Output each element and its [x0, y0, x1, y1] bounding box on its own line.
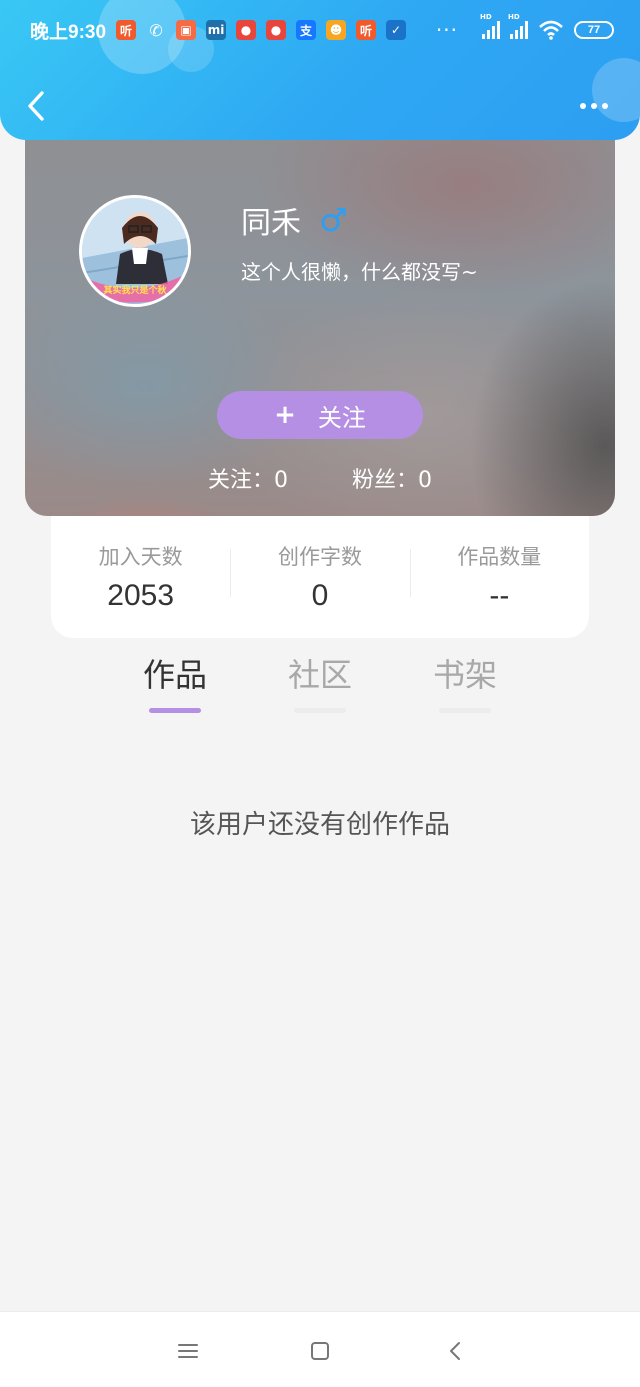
map-pin-app-icon: ● [236, 20, 257, 40]
stat-value: 0 [311, 579, 329, 612]
stat-value: 2053 [107, 579, 175, 612]
menu-button[interactable] [168, 1334, 208, 1368]
signal-icon-2: HD [508, 13, 528, 39]
ting-app-icon-2: 听 [356, 20, 377, 40]
nickname: 同禾 [241, 206, 301, 241]
following-count[interactable]: 关注：0 [208, 462, 288, 494]
tab-label: 书架 [432, 656, 497, 694]
notification-icons: 听 ✆ ▣ mi ● ● 支 ☻ 听 ✓ [116, 20, 407, 40]
nickname-row: 同禾 ♂ [241, 198, 348, 242]
avatar[interactable]: 其实我只是个秋 [79, 195, 191, 307]
system-nav-bar [0, 1311, 640, 1387]
avatar-caption: 其实我只是个秋 [103, 284, 167, 296]
empty-state-message: 该用户还没有创作作品 [189, 810, 450, 840]
signal-hd-label: HD [480, 13, 492, 21]
more-options-button[interactable] [576, 94, 612, 118]
back-button[interactable] [18, 86, 54, 126]
game-app-icon: ☻ [326, 20, 347, 40]
system-back-button[interactable] [435, 1334, 475, 1368]
dot-icon [591, 103, 597, 109]
stat-label: 作品数量 [457, 545, 542, 569]
stat-work-count: 作品数量 -- [409, 541, 589, 613]
stat-join-days: 加入天数 2053 [51, 541, 230, 613]
home-button[interactable] [300, 1334, 340, 1368]
status-time: 晚上9:30 [30, 21, 107, 43]
wifi-icon [539, 20, 563, 40]
avatar-image: 其实我只是个秋 [82, 198, 188, 304]
stat-label: 创作字数 [277, 545, 362, 569]
user-bio: 这个人很懒，什么都没写~ [241, 260, 478, 284]
plus-icon: + [274, 400, 296, 430]
follow-button[interactable]: + 关注 [217, 391, 423, 439]
follow-counts: 关注：0 粉丝：0 [25, 462, 615, 494]
stat-label: 加入天数 [98, 545, 183, 569]
stats-card: 加入天数 2053 创作字数 0 作品数量 -- [51, 516, 589, 638]
app-header: 晚上9:30 听 ✆ ▣ mi ● ● 支 ☻ 听 ✓ ··· HD HD 77 [0, 0, 640, 140]
ting-app-icon: 听 [116, 20, 137, 40]
status-right: ··· HD HD 77 [435, 13, 614, 42]
home-square-icon [311, 1342, 329, 1360]
fans-count[interactable]: 粉丝：0 [352, 462, 432, 494]
map-pin-app-icon-2: ● [266, 20, 287, 40]
shop-app-icon: ▣ [176, 20, 197, 40]
signal-hd-label-2: HD [508, 13, 520, 21]
back-triangle-icon [450, 1342, 460, 1360]
profile-card: 其实我只是个秋 同禾 ♂ 这个人很懒，什么都没写~ + 关注 关注：0 粉丝：0 [25, 116, 615, 516]
tab-bookshelf[interactable]: 书架 [405, 650, 525, 713]
tab-indicator [294, 708, 346, 713]
tab-works[interactable]: 作品 [115, 650, 235, 713]
status-bar: 晚上9:30 听 ✆ ▣ mi ● ● 支 ☻ 听 ✓ ··· HD HD 77 [0, 0, 640, 60]
more-notifications-icon: ··· [435, 18, 458, 42]
menu-icon [178, 1344, 198, 1358]
follow-button-label: 关注 [317, 403, 366, 432]
check-badge-icon: ✓ [386, 20, 407, 40]
male-gender-icon: ♂ [319, 201, 348, 239]
mi-app-icon: mi [206, 20, 227, 40]
dot-icon [580, 103, 586, 109]
tab-community[interactable]: 社区 [260, 650, 380, 713]
alipay-icon: 支 [296, 20, 317, 40]
stat-value: -- [489, 579, 510, 612]
tab-indicator [439, 708, 491, 713]
dot-icon [602, 103, 608, 109]
signal-icon: HD [480, 13, 500, 39]
tab-label: 社区 [287, 656, 352, 694]
content-tabs: 作品 社区 书架 [0, 650, 640, 720]
tab-indicator [149, 708, 201, 713]
wechat-icon: ✆ [149, 20, 163, 40]
stat-word-count: 创作字数 0 [230, 541, 409, 613]
chevron-left-icon [28, 91, 44, 121]
battery-indicator: 77 [574, 21, 614, 39]
tab-label: 作品 [142, 656, 207, 694]
